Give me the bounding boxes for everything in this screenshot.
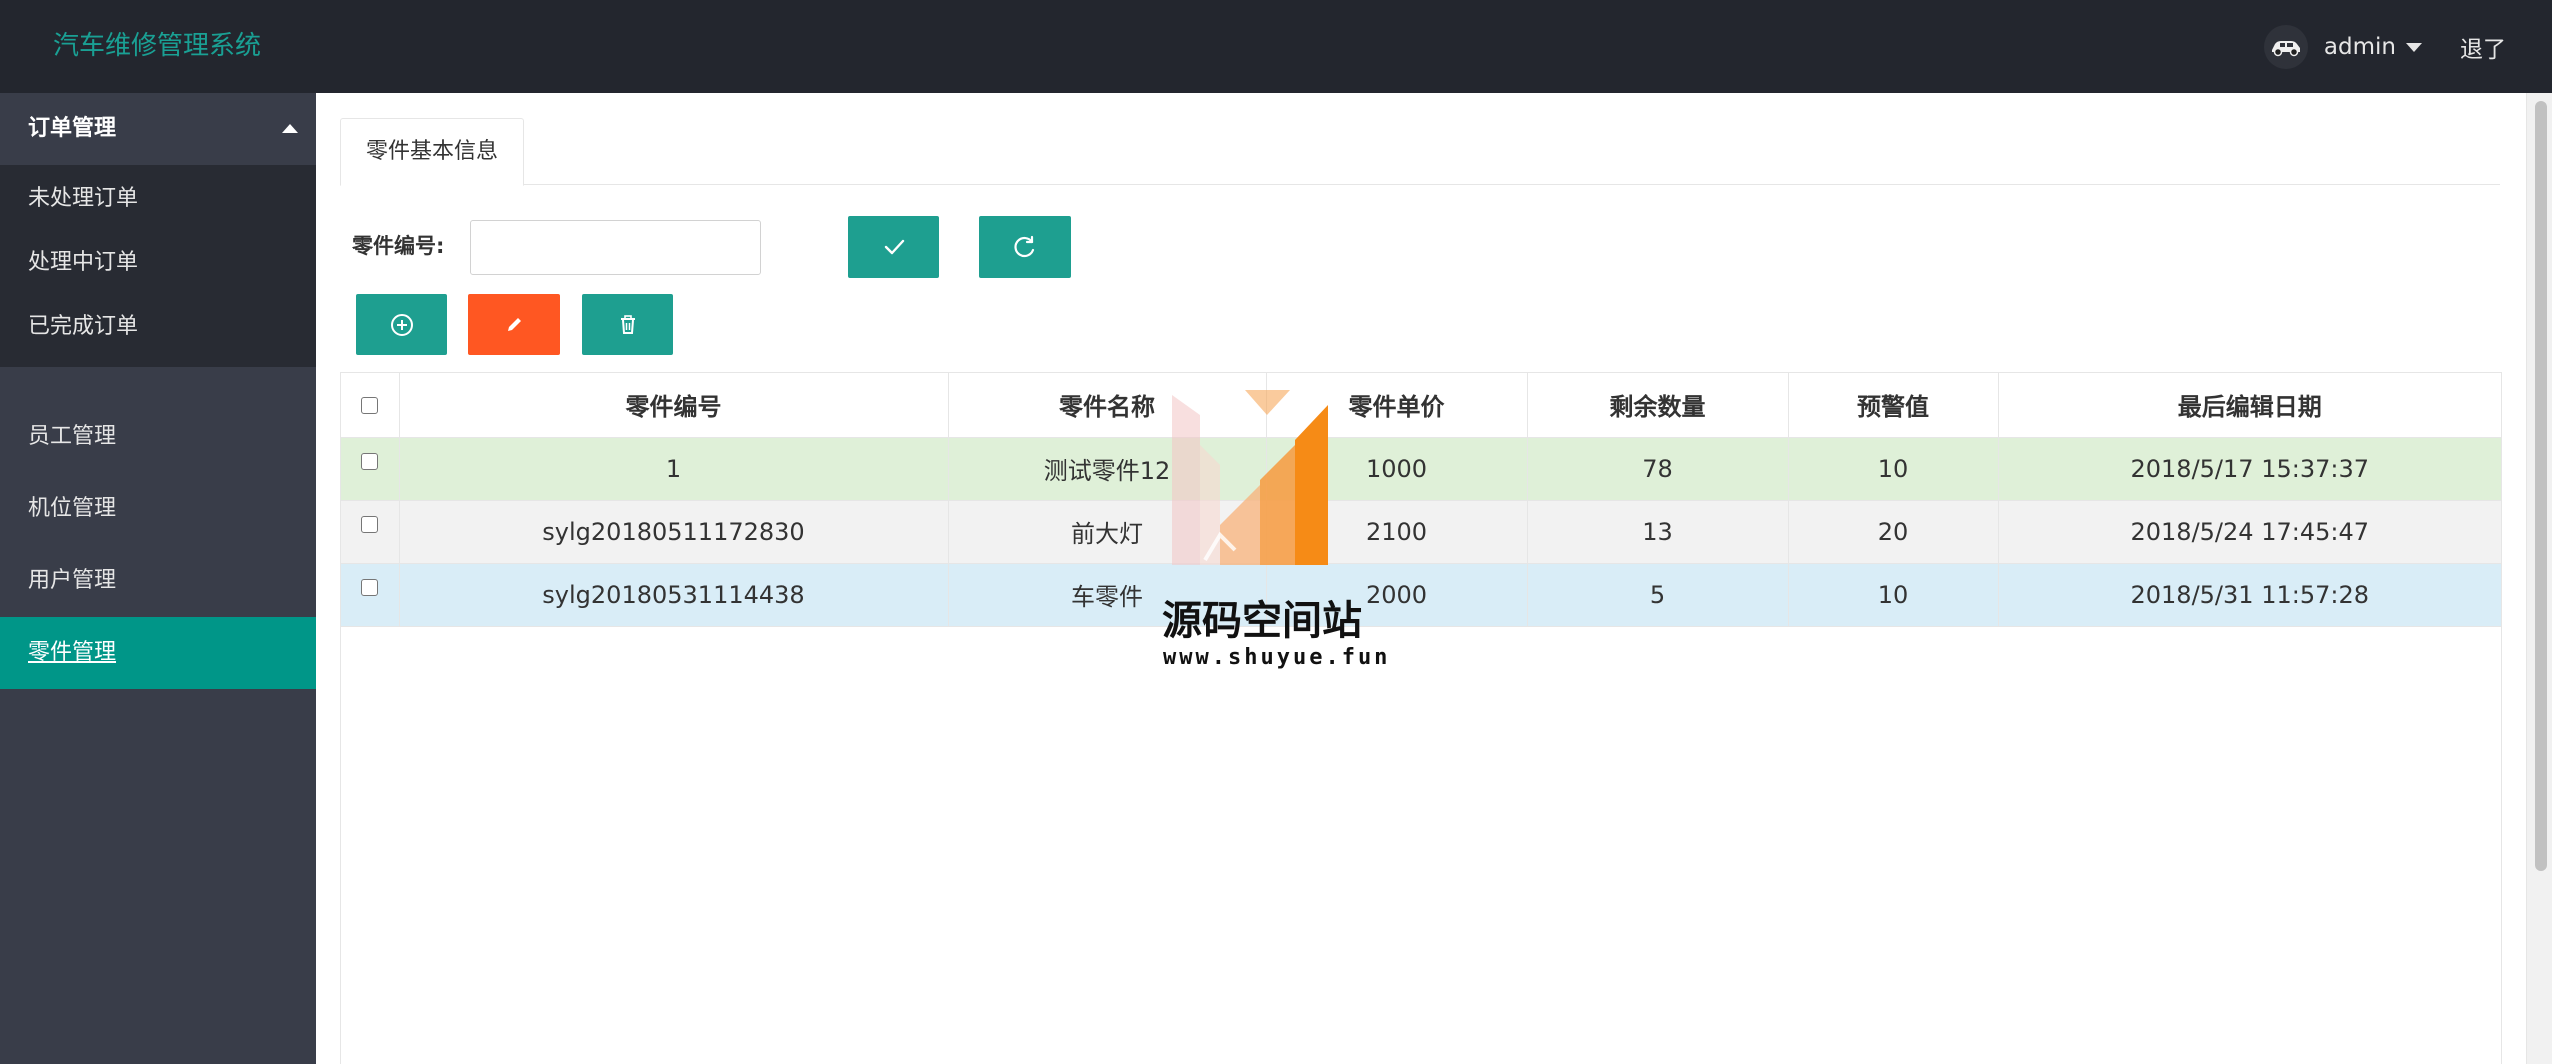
car-icon bbox=[2271, 40, 2300, 56]
avatar[interactable] bbox=[2263, 24, 2308, 69]
cell-remaining: 78 bbox=[1527, 437, 1789, 501]
delete-part-button[interactable] bbox=[582, 294, 673, 355]
header-user-area: admin 退了 bbox=[2263, 0, 2552, 93]
column-header-part-name[interactable]: 零件名称 bbox=[948, 373, 1267, 438]
sidebar-item-bays[interactable]: 机位管理 bbox=[0, 473, 316, 545]
cell-warning: 10 bbox=[1788, 437, 1999, 501]
cell-last-edited: 2018/5/24 17:45:47 bbox=[1998, 500, 2501, 564]
cell-part-number: 1 bbox=[399, 437, 949, 501]
column-header-remaining[interactable]: 剩余数量 bbox=[1527, 373, 1789, 438]
table-row[interactable]: sylg20180511172830 前大灯 2100 13 20 2018/5… bbox=[341, 500, 2501, 564]
app-logo-title[interactable]: 汽车维修管理系统 bbox=[53, 0, 261, 93]
sidebar-item-users[interactable]: 用户管理 bbox=[0, 545, 316, 617]
check-icon bbox=[884, 239, 904, 255]
chevron-up-icon bbox=[282, 124, 298, 133]
cell-last-edited: 2018/5/17 15:37:37 bbox=[1998, 437, 2501, 501]
cell-warning: 10 bbox=[1788, 563, 1999, 627]
select-all-checkbox[interactable] bbox=[361, 397, 379, 415]
add-part-button[interactable] bbox=[356, 294, 447, 355]
parts-table: 零件编号 零件名称 零件单价 剩余数量 预警值 最后编辑日期 1 测试零件12 … bbox=[341, 373, 2501, 627]
select-all-cell bbox=[341, 373, 400, 438]
row-select-cell bbox=[341, 500, 400, 564]
row-checkbox[interactable] bbox=[361, 579, 379, 596]
top-header: 汽车维修管理系统 admin 退了 bbox=[0, 0, 2552, 93]
table-row[interactable]: sylg20180531114438 车零件 2000 5 10 2018/5/… bbox=[341, 563, 2501, 627]
tab-part-basic-info[interactable]: 零件基本信息 bbox=[340, 118, 525, 186]
table-row[interactable]: 1 测试零件12 1000 78 10 2018/5/17 15:37:37 bbox=[341, 437, 2501, 501]
search-label: 零件编号: bbox=[352, 234, 445, 258]
cell-last-edited: 2018/5/31 11:57:28 bbox=[1998, 563, 2501, 627]
row-checkbox[interactable] bbox=[361, 453, 379, 470]
cell-remaining: 13 bbox=[1527, 500, 1789, 564]
sidebar-item-parts[interactable]: 零件管理 bbox=[0, 617, 316, 689]
sidebar-group-orders[interactable]: 订单管理 bbox=[0, 93, 316, 165]
scrollbar-thumb[interactable] bbox=[2535, 101, 2547, 871]
cell-warning: 20 bbox=[1788, 500, 1999, 564]
column-header-last-edited[interactable]: 最后编辑日期 bbox=[1998, 373, 2501, 438]
trash-icon bbox=[620, 314, 635, 334]
refresh-icon bbox=[1014, 235, 1035, 258]
chevron-down-icon[interactable] bbox=[2406, 43, 2422, 52]
search-confirm-button[interactable] bbox=[848, 216, 939, 278]
refresh-button[interactable] bbox=[979, 216, 1071, 278]
cell-unit-price: 1000 bbox=[1266, 437, 1528, 501]
cell-part-name: 前大灯 bbox=[948, 500, 1267, 564]
sidebar: 订单管理 未处理订单 处理中订单 已完成订单 员工管理 机位管理 用户管理 零件… bbox=[0, 93, 316, 1064]
column-header-unit-price[interactable]: 零件单价 bbox=[1266, 373, 1528, 438]
cell-part-number: sylg20180511172830 bbox=[399, 500, 949, 564]
watermark-url: www.shuyue.fun bbox=[1163, 645, 1391, 670]
sidebar-group-label: 订单管理 bbox=[28, 116, 117, 141]
sidebar-item-completed-orders[interactable]: 已完成订单 bbox=[0, 295, 316, 359]
part-number-search-input[interactable] bbox=[470, 220, 761, 275]
row-checkbox[interactable] bbox=[361, 516, 379, 533]
watermark-title: 源码空间站 bbox=[1162, 598, 1362, 644]
cell-unit-price: 2100 bbox=[1266, 500, 1528, 564]
row-select-cell bbox=[341, 437, 400, 501]
row-select-cell bbox=[341, 563, 400, 627]
user-menu[interactable]: admin bbox=[2324, 34, 2396, 60]
add-circle-icon bbox=[390, 313, 413, 336]
cell-part-name: 测试零件12 bbox=[948, 437, 1267, 501]
column-header-part-number[interactable]: 零件编号 bbox=[399, 373, 949, 438]
table-header-row: 零件编号 零件名称 零件单价 剩余数量 预警值 最后编辑日期 bbox=[341, 373, 2501, 438]
sidebar-item-unprocessed-orders[interactable]: 未处理订单 bbox=[0, 167, 316, 231]
orders-submenu: 未处理订单 处理中订单 已完成订单 bbox=[0, 165, 316, 367]
cell-part-number: sylg20180531114438 bbox=[399, 563, 949, 627]
parts-table-container: 零件编号 零件名称 零件单价 剩余数量 预警值 最后编辑日期 1 测试零件12 … bbox=[340, 372, 2502, 1064]
column-header-warning[interactable]: 预警值 bbox=[1788, 373, 1999, 438]
edit-part-button[interactable] bbox=[468, 294, 560, 355]
sidebar-item-employees[interactable]: 员工管理 bbox=[0, 401, 316, 473]
sidebar-item-processing-orders[interactable]: 处理中订单 bbox=[0, 231, 316, 295]
tab-bar: 零件基本信息 bbox=[340, 118, 2500, 186]
logout-link[interactable]: 退了 bbox=[2460, 30, 2506, 64]
cell-remaining: 5 bbox=[1527, 563, 1789, 627]
page-scrollbar[interactable] bbox=[2526, 93, 2552, 1064]
pencil-icon bbox=[508, 317, 521, 331]
